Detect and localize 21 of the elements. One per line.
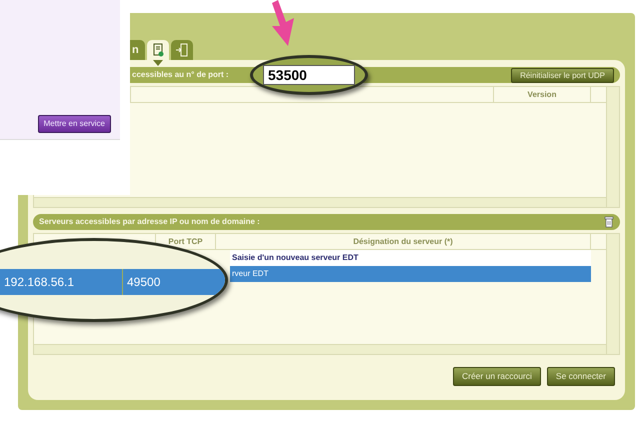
document-add-icon [152,43,164,57]
horizontal-scrollbar[interactable] [34,344,606,354]
action-button[interactable]: Se connecter [546,367,615,386]
vertical-scrollbar[interactable] [606,234,619,354]
table-row[interactable]: rveur EDT [230,266,591,282]
section-title: ccessibles au n° de port : [132,69,229,81]
exit-icon [176,43,188,57]
action-button[interactable]: Créer un raccourci [452,367,541,386]
table-row[interactable]: Saisie d'un nouveau serveur EDT [230,250,591,266]
port-field[interactable]: 53500 [263,65,355,85]
table-cell-text: 49500 [126,274,160,291]
table-cell: 192.168.56.1 [0,269,123,295]
activate-button[interactable]: Mettre en service [38,115,111,133]
tab[interactable]: n [130,40,145,60]
horizontal-scrollbar[interactable] [34,197,606,207]
reset-port-button[interactable]: Réinitialiser le port UDP [511,68,614,82]
section-title: Serveurs accessibles par adresse IP ou nom de domaine : [39,216,260,228]
tab[interactable] [171,40,193,60]
vertical-scrollbar[interactable] [606,87,619,207]
trash-icon[interactable] [604,216,614,228]
column-header: Version [494,87,591,102]
